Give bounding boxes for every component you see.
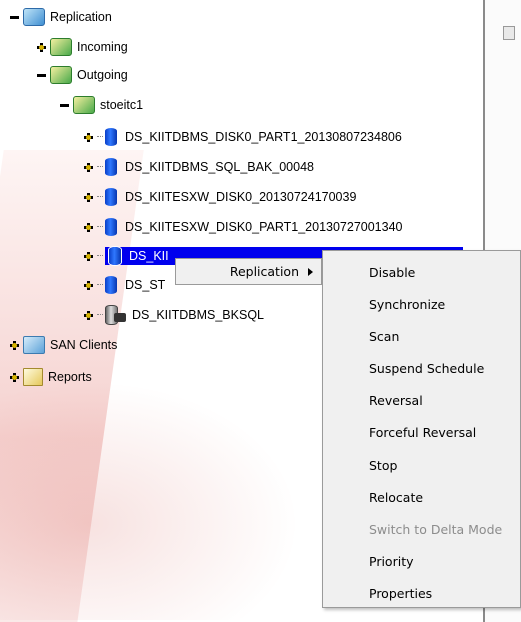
expand-icon[interactable] xyxy=(84,310,93,320)
context-menu: Replication xyxy=(175,258,322,285)
tree-item-resource[interactable]: DS_ST xyxy=(84,274,165,296)
tree-item-label: DS_KIITDBMS_BKSQL xyxy=(132,308,264,322)
submenu-arrow-icon xyxy=(308,268,313,276)
submenu-item-disable[interactable]: Disable xyxy=(323,256,520,288)
submenu-item-label: Relocate xyxy=(369,489,424,505)
expand-icon[interactable] xyxy=(84,192,93,202)
submenu-item-label: Stop xyxy=(369,457,398,473)
submenu-item-forceful-reversal[interactable]: Forceful Reversal xyxy=(323,416,520,448)
tree-item-label: Incoming xyxy=(77,40,128,54)
tree-item-label: DS_KIITDBMS_DISK0_PART1_20130807234806 xyxy=(125,130,402,144)
submenu-item-label: Properties xyxy=(369,585,433,601)
outgoing-replication-icon xyxy=(50,66,72,84)
menu-item-replication[interactable]: Replication xyxy=(176,259,321,284)
submenu-item-label: Suspend Schedule xyxy=(369,360,485,376)
submenu-item-label: Priority xyxy=(369,553,414,569)
tree-item-label: DS_KIITDBMS_SQL_BAK_00048 xyxy=(125,160,314,174)
tree-item-resource[interactable]: DS_KIITDBMS_DISK0_PART1_20130807234806 xyxy=(84,126,402,148)
expand-icon[interactable] xyxy=(84,132,93,142)
tree-item-replication[interactable]: Replication xyxy=(10,6,112,28)
disk-icon xyxy=(105,158,117,176)
submenu-item-priority[interactable]: Priority xyxy=(323,545,520,577)
submenu-item-synchronize[interactable]: Synchronize xyxy=(323,288,520,320)
menu-item-label: Replication xyxy=(229,264,299,279)
collapse-icon[interactable] xyxy=(10,13,19,22)
tree-item-label: DS_KIITESXW_DISK0_PART1_20130727001340 xyxy=(125,220,403,234)
san-clients-icon xyxy=(23,336,45,354)
tree-item-label: SAN Clients xyxy=(50,338,118,352)
expand-icon[interactable] xyxy=(84,280,93,290)
submenu-item-label: Disable xyxy=(369,264,416,280)
disk-icon xyxy=(105,276,117,294)
submenu-item-label: Forceful Reversal xyxy=(369,424,477,440)
right-pane-control[interactable] xyxy=(503,26,515,40)
submenu-item-label: Switch to Delta Mode xyxy=(369,521,503,537)
tree-item-resource[interactable]: DS_KIITESXW_DISK0_20130724170039 xyxy=(84,186,356,208)
submenu-item-properties[interactable]: Properties xyxy=(323,577,520,609)
collapse-icon[interactable] xyxy=(60,101,69,110)
submenu-item-label: Synchronize xyxy=(369,296,446,312)
tree-item-label: DS_KIITESXW_DISK0_20130724170039 xyxy=(125,190,357,204)
submenu-item-switch-to-delta-mode: Switch to Delta Mode xyxy=(323,513,520,545)
tree-item-outgoing[interactable]: Outgoing xyxy=(37,64,128,86)
tree-item-resource[interactable]: DS_KIITDBMS_SQL_BAK_00048 xyxy=(84,156,314,178)
tree-item-san-clients[interactable]: SAN Clients xyxy=(10,334,117,356)
tree-item-reports[interactable]: Reports xyxy=(10,366,92,388)
submenu-item-label: Scan xyxy=(369,328,400,344)
submenu-item-label: Reversal xyxy=(369,392,423,408)
tree-item-label: DS_ST xyxy=(125,278,166,292)
expand-icon[interactable] xyxy=(84,251,93,261)
tree-item-label: Replication xyxy=(50,10,112,24)
tree-item-label: DS_KII xyxy=(129,249,169,263)
expand-icon[interactable] xyxy=(10,340,19,350)
expand-icon[interactable] xyxy=(10,372,19,382)
submenu-item-stop[interactable]: Stop xyxy=(323,449,520,481)
submenu-item-reversal[interactable]: Reversal xyxy=(323,384,520,416)
expand-icon[interactable] xyxy=(37,42,46,52)
background-watermark-glow xyxy=(0,380,300,620)
expand-icon[interactable] xyxy=(84,162,93,172)
submenu-item-scan[interactable]: Scan xyxy=(323,320,520,352)
tree-item-resource[interactable]: DS_KIITESXW_DISK0_PART1_20130727001340 xyxy=(84,216,403,238)
tree-item-incoming[interactable]: Incoming xyxy=(37,36,128,58)
reports-icon xyxy=(23,368,43,386)
submenu-item-suspend-schedule[interactable]: Suspend Schedule xyxy=(323,352,520,384)
tree-item-host[interactable]: stoeitc1 xyxy=(60,94,143,116)
submenu-item-relocate[interactable]: Relocate xyxy=(323,481,520,513)
tree-item-label: Reports xyxy=(48,370,92,384)
tree-item-resource[interactable]: DS_KIITDBMS_BKSQL xyxy=(84,304,264,326)
disk-icon xyxy=(105,218,117,236)
tree-item-label: stoeitc1 xyxy=(100,98,144,112)
snapshot-disk-icon xyxy=(105,305,127,325)
disk-icon xyxy=(105,188,117,206)
replication-submenu: Disable Synchronize Scan Suspend Schedul… xyxy=(322,250,521,608)
collapse-icon[interactable] xyxy=(37,71,46,80)
host-replication-icon xyxy=(73,96,95,114)
replication-folder-icon xyxy=(23,8,45,26)
expand-icon[interactable] xyxy=(84,222,93,232)
disk-icon xyxy=(109,247,121,265)
tree-item-label: Outgoing xyxy=(77,68,128,82)
disk-icon xyxy=(105,128,117,146)
incoming-replication-icon xyxy=(50,38,72,56)
